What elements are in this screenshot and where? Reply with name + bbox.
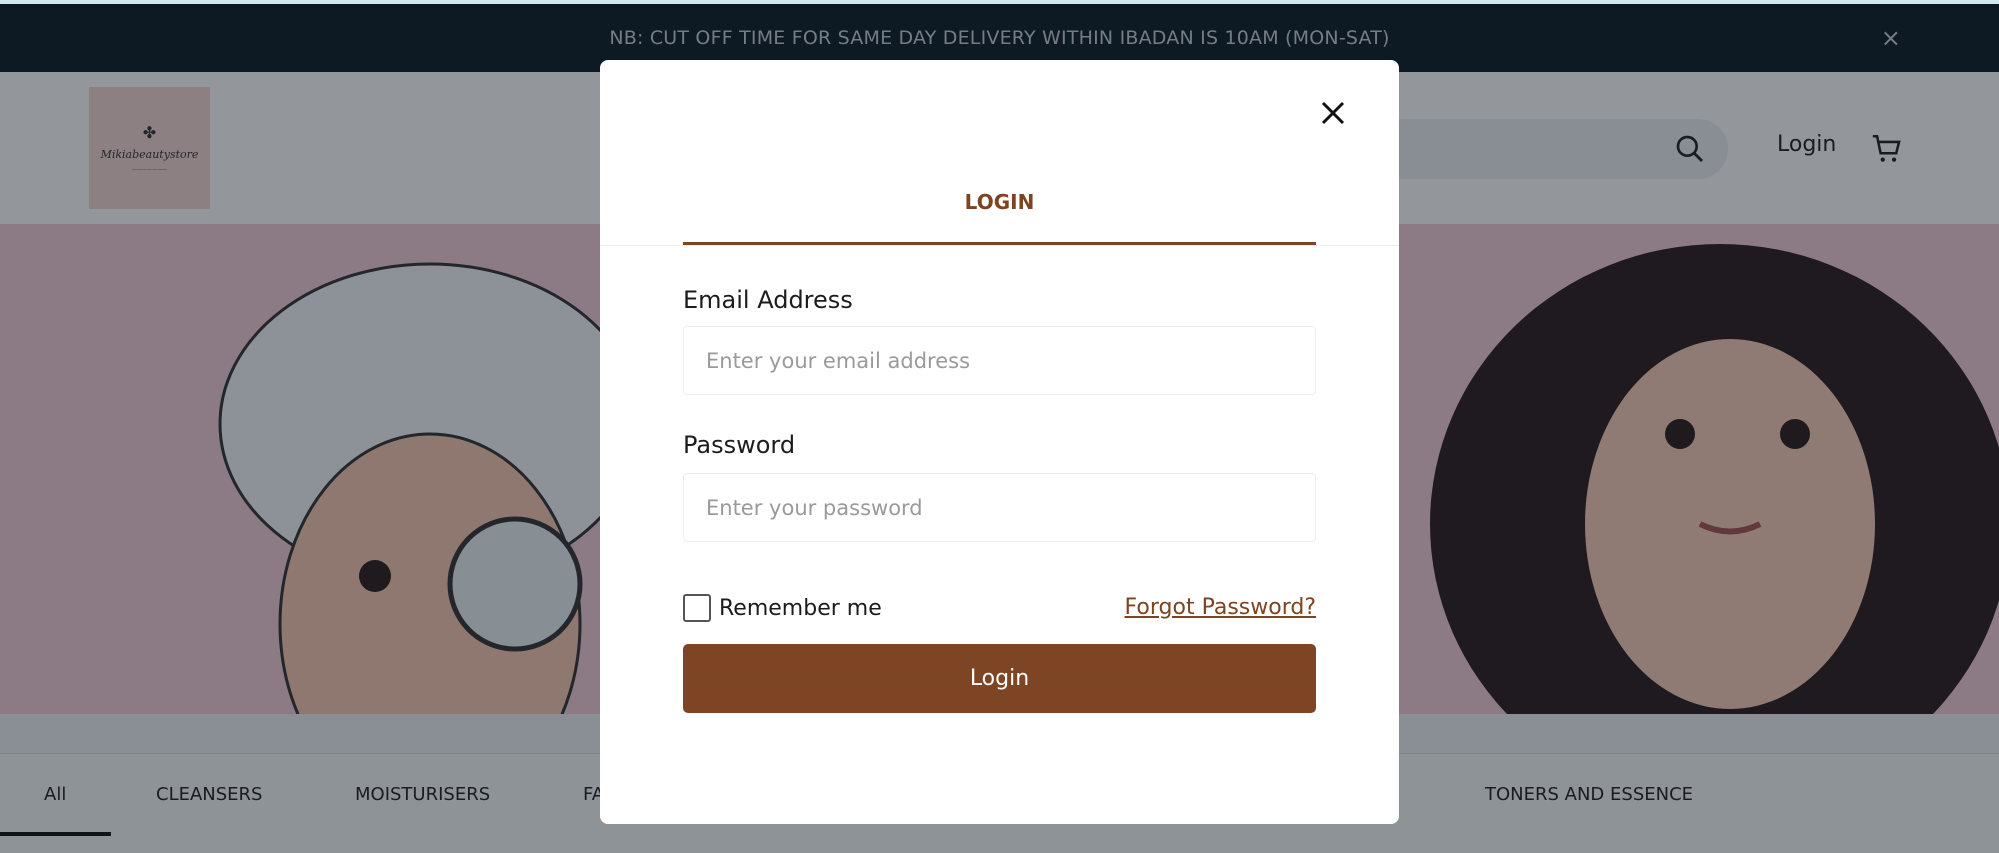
tab-login-underline — [683, 242, 1316, 245]
password-field[interactable] — [683, 473, 1316, 542]
tab-login[interactable]: LOGIN — [683, 190, 1316, 244]
forgot-password-link[interactable]: Forgot Password? — [1125, 595, 1316, 620]
tab-divider — [600, 245, 1399, 246]
email-label: Email Address — [683, 286, 853, 314]
login-modal: LOGIN Email Address Password Remember me… — [600, 60, 1399, 824]
email-field[interactable] — [683, 326, 1316, 395]
password-label: Password — [683, 431, 796, 459]
remember-me-checkbox[interactable] — [683, 594, 711, 622]
close-icon[interactable] — [1318, 98, 1348, 128]
remember-me: Remember me — [683, 594, 882, 622]
login-button[interactable]: Login — [683, 644, 1316, 713]
remember-me-label[interactable]: Remember me — [719, 596, 882, 621]
